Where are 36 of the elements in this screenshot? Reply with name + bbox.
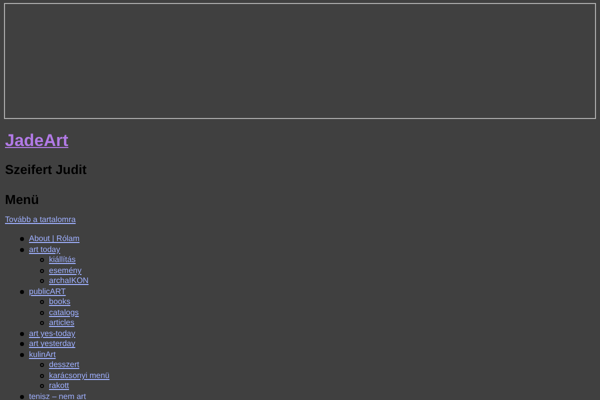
skip-link[interactable]: Tovább a tartalomra: [5, 215, 76, 225]
site-subtitle: Szeifert Judit: [5, 162, 88, 178]
circle-bullet-icon: [40, 384, 44, 388]
submenu-link[interactable]: archaIKON: [49, 276, 89, 286]
disc-bullet-icon: [20, 290, 24, 294]
circle-bullet-icon: [40, 363, 44, 368]
submenu-link[interactable]: karácsonyi menü: [49, 370, 110, 381]
submenu-link[interactable]: kiállítás: [49, 255, 76, 266]
menu-link[interactable]: art today: [29, 244, 60, 255]
submenu-link[interactable]: catalogs: [49, 308, 79, 318]
disc-bullet-icon: [20, 394, 24, 399]
submenu-link[interactable]: rakott: [49, 381, 70, 392]
circle-bullet-icon: [40, 258, 44, 262]
menu-link[interactable]: kulinArt: [29, 350, 56, 360]
circle-bullet-icon: [40, 374, 44, 378]
menu-link[interactable]: publicART: [29, 286, 66, 297]
circle-bullet-icon: [40, 300, 44, 304]
circle-bullet-icon: [40, 279, 44, 284]
disc-bullet-icon: [20, 352, 24, 357]
submenu-link[interactable]: desszert: [49, 360, 80, 370]
menu-heading: Menü: [5, 192, 40, 208]
submenu-link[interactable]: esemény: [49, 266, 82, 276]
menu-link[interactable]: art yesterday: [29, 339, 76, 350]
submenu-link[interactable]: books: [49, 297, 70, 308]
disc-bullet-icon: [20, 248, 24, 252]
disc-bullet-icon: [20, 237, 24, 242]
disc-bullet-icon: [20, 342, 24, 346]
menu-link[interactable]: art yes-today: [29, 328, 76, 339]
site-title[interactable]: JadeArt: [5, 131, 595, 151]
circle-bullet-icon: [40, 268, 44, 273]
menu-link[interactable]: tenisz – nem art: [29, 392, 86, 400]
submenu-link[interactable]: articles: [49, 318, 74, 328]
circle-bullet-icon: [40, 310, 44, 315]
circle-bullet-icon: [40, 321, 44, 326]
menu-link[interactable]: About | Rólam: [29, 234, 80, 244]
disc-bullet-icon: [20, 332, 24, 336]
